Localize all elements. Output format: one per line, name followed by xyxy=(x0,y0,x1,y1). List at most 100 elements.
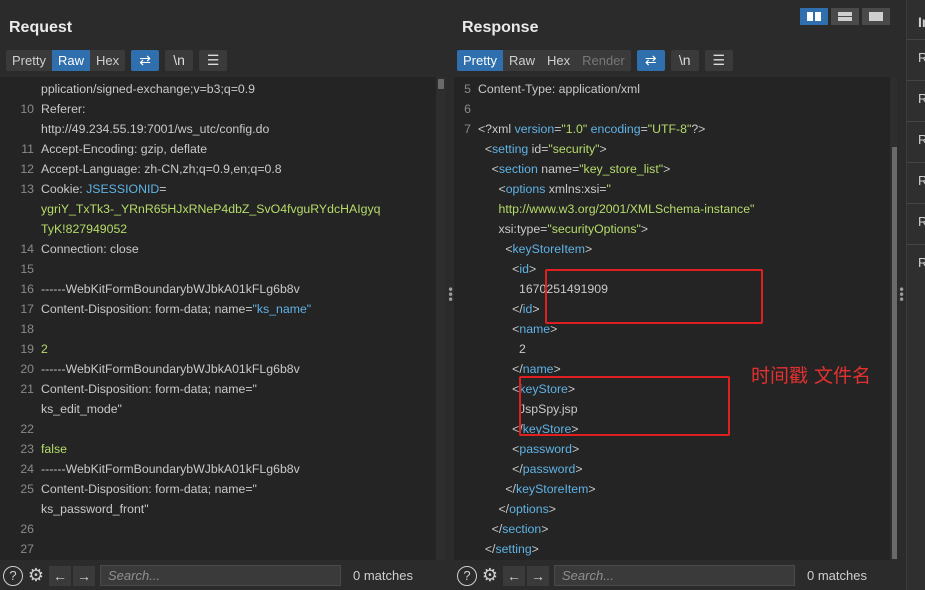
single-pane-layout-icon[interactable] xyxy=(862,8,890,25)
response-title: Response xyxy=(462,19,539,36)
side-by-side-layout-icon[interactable] xyxy=(800,8,828,25)
code-text: ------WebKitFormBoundarybWJbkA01kFLg6b8v xyxy=(41,362,300,376)
line-number: 13 xyxy=(20,182,34,196)
code-text: </password> xyxy=(478,462,583,476)
inspector-item[interactable]: R xyxy=(918,255,925,270)
hamburger-menu-icon[interactable]: ☰ xyxy=(704,50,733,71)
code-text: xsi:type="securityOptions"> xyxy=(478,222,649,236)
line-number: 18 xyxy=(20,322,34,336)
inspector-item[interactable]: R xyxy=(918,173,925,188)
request-scroll-thumb[interactable] xyxy=(438,79,444,89)
inspector-item-divider xyxy=(907,121,925,122)
inspector-item-divider xyxy=(907,80,925,81)
code-text: <keyStoreItem> xyxy=(478,242,593,256)
side-divider[interactable]: • • • xyxy=(897,0,906,590)
request-pane: Request Pretty Raw Hex ⇄ \n ☰ pplication/s… xyxy=(0,0,446,590)
code-text: Accept-Language: zh-CN,zh;q=0.9,en;q=0.8 xyxy=(41,162,282,176)
code-text: ks_edit_mode" xyxy=(41,402,122,416)
request-editor[interactable]: pplication/signed-exchange;v=b3;q=0.9 10 R… xyxy=(0,77,436,560)
stacked-layout-icon[interactable] xyxy=(831,8,859,25)
inspector-side-panel: In R R R R R R xyxy=(906,0,925,590)
line-number: 24 xyxy=(20,462,34,476)
code-text: <password> xyxy=(478,442,580,456)
code-text: TyK!827949052 xyxy=(41,222,128,236)
line-number: 14 xyxy=(20,242,34,256)
line-number: 25 xyxy=(20,482,34,496)
line-number: 27 xyxy=(20,542,34,556)
tab-pretty[interactable]: Pretty xyxy=(6,50,52,71)
line-number: 12 xyxy=(20,162,34,176)
timestamp-highlight-box xyxy=(545,269,763,324)
code-text: Connection: close xyxy=(41,242,139,256)
newline-toggle-button[interactable]: \n xyxy=(670,50,699,71)
settings-gear-icon[interactable]: ⚙ xyxy=(480,565,500,586)
line-number: 23 xyxy=(20,442,34,456)
inspector-item[interactable]: R xyxy=(918,132,925,147)
request-search-bar: ? ⚙ ← → Search... 0 matches xyxy=(0,561,446,590)
response-search-input[interactable]: Search... xyxy=(554,565,795,586)
help-icon[interactable]: ? xyxy=(457,565,477,586)
tab-raw[interactable]: Raw xyxy=(503,50,541,71)
code-text: http://www.w3.org/2001/XMLSchema-instanc… xyxy=(478,202,755,216)
code-text: pplication/signed-exchange;v=b3;q=0.9 xyxy=(41,82,255,96)
request-title: Request xyxy=(9,19,73,36)
tab-hex[interactable]: Hex xyxy=(90,50,125,71)
wrap-lines-icon[interactable]: ⇄ xyxy=(131,50,160,71)
tab-pretty[interactable]: Pretty xyxy=(457,50,503,71)
code-text: http://49.234.55.19:7001/ws_utc/config.d… xyxy=(41,122,270,136)
code-text: Content-Disposition: form-data; name=" xyxy=(41,482,257,496)
line-number: 22 xyxy=(20,422,34,436)
newline-toggle-button[interactable]: \n xyxy=(165,50,194,71)
line-number: 16 xyxy=(20,282,34,296)
request-view-tabs: Pretty Raw Hex xyxy=(6,50,126,71)
code-text: <options xmlns:xsi=" xyxy=(478,182,611,196)
code-text: ks_password_front" xyxy=(41,502,149,516)
code-text: Content-Type: application/xml xyxy=(478,82,640,96)
previous-match-arrow-icon[interactable]: ← xyxy=(503,565,525,586)
response-match-count: 0 matches xyxy=(807,568,867,583)
code-text: false xyxy=(41,442,67,456)
settings-gear-icon[interactable]: ⚙ xyxy=(26,565,46,586)
code-text: <id> xyxy=(478,262,537,276)
code-text: Referer: xyxy=(41,102,86,116)
response-view-tabs: Pretty Raw Hex Render xyxy=(457,50,631,71)
line-number: 5 xyxy=(464,82,471,96)
layout-toggle xyxy=(800,8,893,25)
request-toolbar: Pretty Raw Hex ⇄ \n ☰ xyxy=(6,50,228,71)
code-text: Content-Disposition: form-data; name="ks… xyxy=(41,302,312,316)
drag-handle-icon[interactable]: • • • xyxy=(898,284,905,306)
line-number: 19 xyxy=(20,342,34,356)
code-text: </setting> xyxy=(478,542,539,556)
next-match-arrow-icon[interactable]: → xyxy=(527,565,549,586)
code-text: ------WebKitFormBoundarybWJbkA01kFLg6b8v xyxy=(41,462,300,476)
wrap-lines-icon[interactable]: ⇄ xyxy=(636,50,665,71)
code-text: <setting id="security"> xyxy=(478,142,607,156)
tab-raw[interactable]: Raw xyxy=(51,50,90,71)
request-search-input[interactable]: Search... xyxy=(100,565,341,586)
pane-divider[interactable]: • • • xyxy=(446,0,454,590)
line-number: 10 xyxy=(20,102,34,116)
code-text: </keyStoreItem> xyxy=(478,482,596,496)
inspector-item[interactable]: R xyxy=(918,214,925,229)
previous-match-arrow-icon[interactable]: ← xyxy=(49,565,71,586)
line-number: 17 xyxy=(20,302,34,316)
inspector-item[interactable]: R xyxy=(918,50,925,65)
line-number: 7 xyxy=(464,122,471,136)
help-icon[interactable]: ? xyxy=(3,565,23,586)
hamburger-menu-icon[interactable]: ☰ xyxy=(199,50,228,71)
inspector-item-divider xyxy=(907,203,925,204)
request-scrollbar[interactable] xyxy=(436,77,446,560)
code-text: </id> xyxy=(478,302,540,316)
code-text: Content-Disposition: form-data; name=" xyxy=(41,382,257,396)
code-text: <section name="key_store_list"> xyxy=(478,162,671,176)
next-match-arrow-icon[interactable]: → xyxy=(73,565,95,586)
code-text: <?xml version="1.0" encoding="UTF-8"?> xyxy=(478,122,706,136)
inspector-title: In xyxy=(918,14,925,30)
inspector-item[interactable]: R xyxy=(918,91,925,106)
tab-hex[interactable]: Hex xyxy=(541,50,576,71)
tab-render[interactable]: Render xyxy=(576,50,631,71)
inspector-item-divider xyxy=(907,162,925,163)
code-text: </options> xyxy=(478,502,556,516)
code-text: ygriY_TxTk3-_YRnR65HJxRNeP4dbZ_SvO4fvguR… xyxy=(41,202,381,216)
code-text: Cookie: JSESSIONID= xyxy=(41,182,167,196)
